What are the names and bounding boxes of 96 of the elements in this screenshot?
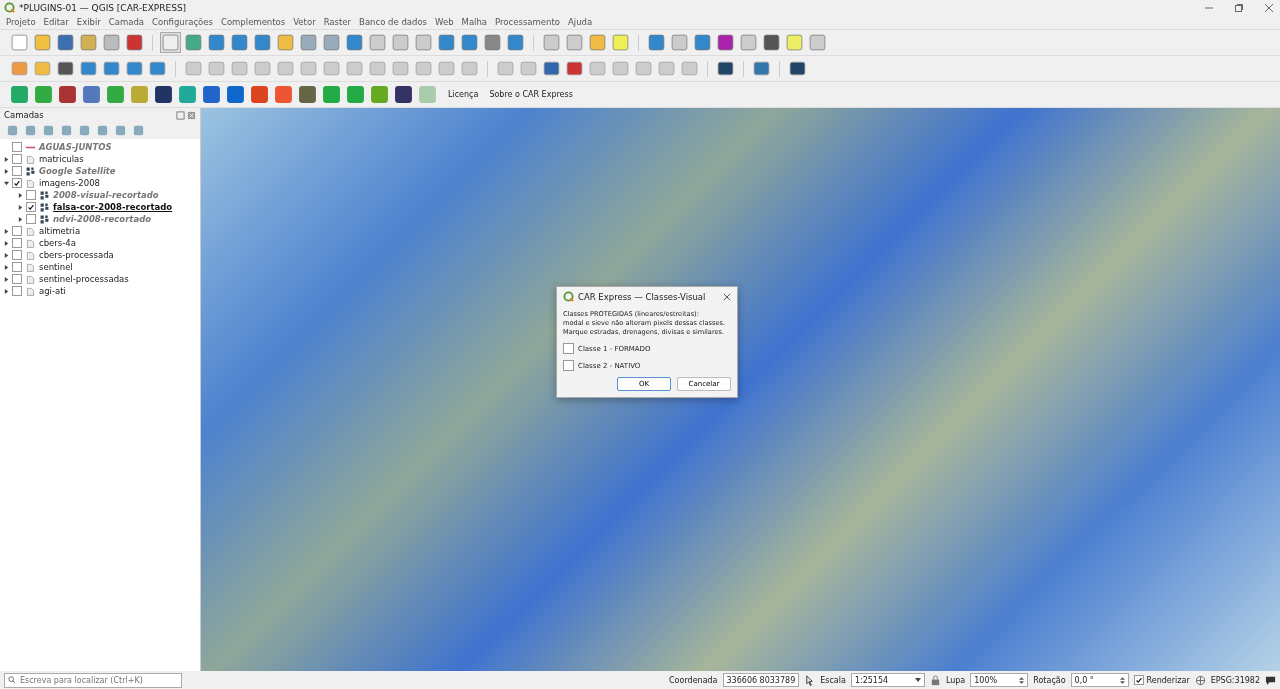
render-label: Renderizar <box>1146 675 1190 685</box>
folder-group-icon <box>25 177 36 189</box>
scale-dropdown[interactable]: 1:25154 <box>850 673 925 687</box>
rotation-spinbox[interactable]: 0,0 ° <box>1070 673 1129 687</box>
layer-name[interactable]: imagens-2008 <box>39 178 100 188</box>
locator-search-field[interactable]: Escreva para localizar (Ctrl+K) <box>4 672 182 688</box>
layer-checkbox[interactable] <box>12 178 22 188</box>
magnifier-spinbox[interactable]: 100% <box>970 673 1029 687</box>
layer-checkbox[interactable] <box>26 190 36 200</box>
raster-icon <box>39 189 50 201</box>
layer-name[interactable]: cbers-processada <box>39 250 114 260</box>
expand-arrow-icon[interactable] <box>18 204 23 210</box>
render-checkbox[interactable] <box>1133 675 1144 685</box>
folder-group-icon <box>25 237 36 249</box>
dropdown-caret-icon[interactable] <box>914 678 921 682</box>
close-icon[interactable] <box>1264 2 1274 13</box>
folder-group-icon <box>25 225 36 237</box>
layer-name[interactable]: 2008-visual-recortado <box>53 190 159 200</box>
window-title: *PLUGINS-01 — QGIS [CAR-EXPRESS] <box>19 2 187 13</box>
coordinate-label: Coordenada <box>669 675 718 685</box>
float-icon[interactable] <box>176 110 185 120</box>
menu-item[interactable]: Editar <box>43 17 69 27</box>
layer-name[interactable]: matriculas <box>39 154 84 164</box>
menu-item[interactable]: Exibir <box>76 17 101 27</box>
close-icon[interactable] <box>187 110 196 120</box>
collapse-arrow-icon[interactable] <box>4 180 9 186</box>
panel-title: Camadas <box>4 110 44 120</box>
expand-arrow-icon[interactable] <box>18 216 23 222</box>
layer-name[interactable]: agi-ati <box>39 286 66 296</box>
messages-icon[interactable] <box>1265 674 1276 686</box>
coordinate-field[interactable]: 336606 8033789 <box>722 673 800 687</box>
class-checkbox[interactable] <box>563 343 574 354</box>
expand-arrow-icon[interactable] <box>4 228 9 234</box>
toolbar-link[interactable]: Licença <box>448 90 479 99</box>
layer-checkbox[interactable] <box>26 214 36 224</box>
menu-item[interactable]: Malha <box>461 17 488 27</box>
close-icon[interactable] <box>723 292 731 301</box>
layer-checkbox[interactable] <box>12 286 22 296</box>
layer-name[interactable]: AGUAS-JUNTOS <box>39 142 112 152</box>
layer-checkbox[interactable] <box>12 250 22 260</box>
folder-group-icon <box>25 273 36 285</box>
layer-name[interactable]: ndvi-2008-recortado <box>53 214 152 224</box>
menu-item[interactable]: Banco de dados <box>359 17 428 27</box>
layer-checkbox[interactable] <box>12 142 22 152</box>
class-checkbox[interactable] <box>563 360 574 371</box>
expand-arrow-icon[interactable] <box>18 192 23 198</box>
layer-checkbox[interactable] <box>12 262 22 272</box>
qgis-logo-icon <box>4 2 15 13</box>
scale-label: Escala <box>820 675 846 685</box>
layer-name[interactable]: falsa-cor-2008-recortado <box>53 202 173 212</box>
menu-item[interactable]: Camada <box>108 17 145 27</box>
expand-arrow-icon[interactable] <box>4 264 9 270</box>
layer-name[interactable]: sentinel-processadas <box>39 274 129 284</box>
menu-item[interactable]: Projeto <box>6 17 36 27</box>
expand-arrow-icon[interactable] <box>4 168 9 174</box>
folder-group-icon <box>25 285 36 297</box>
layer-checkbox[interactable] <box>12 166 22 176</box>
layer-checkbox[interactable] <box>12 274 22 284</box>
lock-icon[interactable] <box>929 674 941 686</box>
layer-name[interactable]: altimetria <box>39 226 81 236</box>
menu-item[interactable]: Configurações <box>152 17 213 27</box>
mouse-pointer-icon[interactable] <box>804 674 816 686</box>
expand-arrow-icon[interactable] <box>4 276 9 282</box>
spin-arrows-icon[interactable] <box>1119 675 1125 685</box>
satellite-map-image[interactable] <box>201 108 1280 671</box>
menu-item[interactable]: Raster <box>323 17 352 27</box>
rotation-label: Rotação <box>1033 675 1066 685</box>
layer-checkbox[interactable] <box>12 226 22 236</box>
spin-arrows-icon[interactable] <box>1019 675 1025 685</box>
toolbar-link[interactable]: Sobre o CAR Express <box>489 90 573 99</box>
restore-icon[interactable] <box>1234 2 1244 13</box>
expand-arrow-icon[interactable] <box>4 240 9 246</box>
raster-icon <box>25 165 36 177</box>
qgis-logo-icon <box>563 291 574 302</box>
layer-checkbox[interactable] <box>12 238 22 248</box>
folder-group-icon <box>25 261 36 273</box>
layer-checkbox[interactable] <box>26 202 36 212</box>
layer-name[interactable]: Google Satellite <box>39 166 116 176</box>
folder-group-icon <box>25 249 36 261</box>
folder-group-icon <box>25 153 36 165</box>
expand-arrow-icon[interactable] <box>4 252 9 258</box>
menu-item[interactable]: Complementos <box>220 17 286 27</box>
menu-item[interactable]: Vetor <box>293 17 316 27</box>
menu-item[interactable]: Processamento <box>495 17 560 27</box>
raster-icon <box>39 201 50 213</box>
expand-arrow-icon[interactable] <box>4 156 9 162</box>
menu-item[interactable]: Web <box>435 17 454 27</box>
menu-item[interactable]: Ajuda <box>567 17 593 27</box>
layer-checkbox[interactable] <box>12 154 22 164</box>
expand-arrow-icon[interactable] <box>4 288 9 294</box>
dialog-title: CAR Express — Classes-Visual <box>578 291 706 302</box>
layer-name[interactable]: cbers-4a <box>39 238 76 248</box>
raster-icon <box>39 213 50 225</box>
layer-name[interactable]: sentinel <box>39 262 73 272</box>
magnifier-label: Lupa <box>945 675 966 685</box>
crs-button[interactable]: EPSG:31982 <box>1210 675 1260 685</box>
